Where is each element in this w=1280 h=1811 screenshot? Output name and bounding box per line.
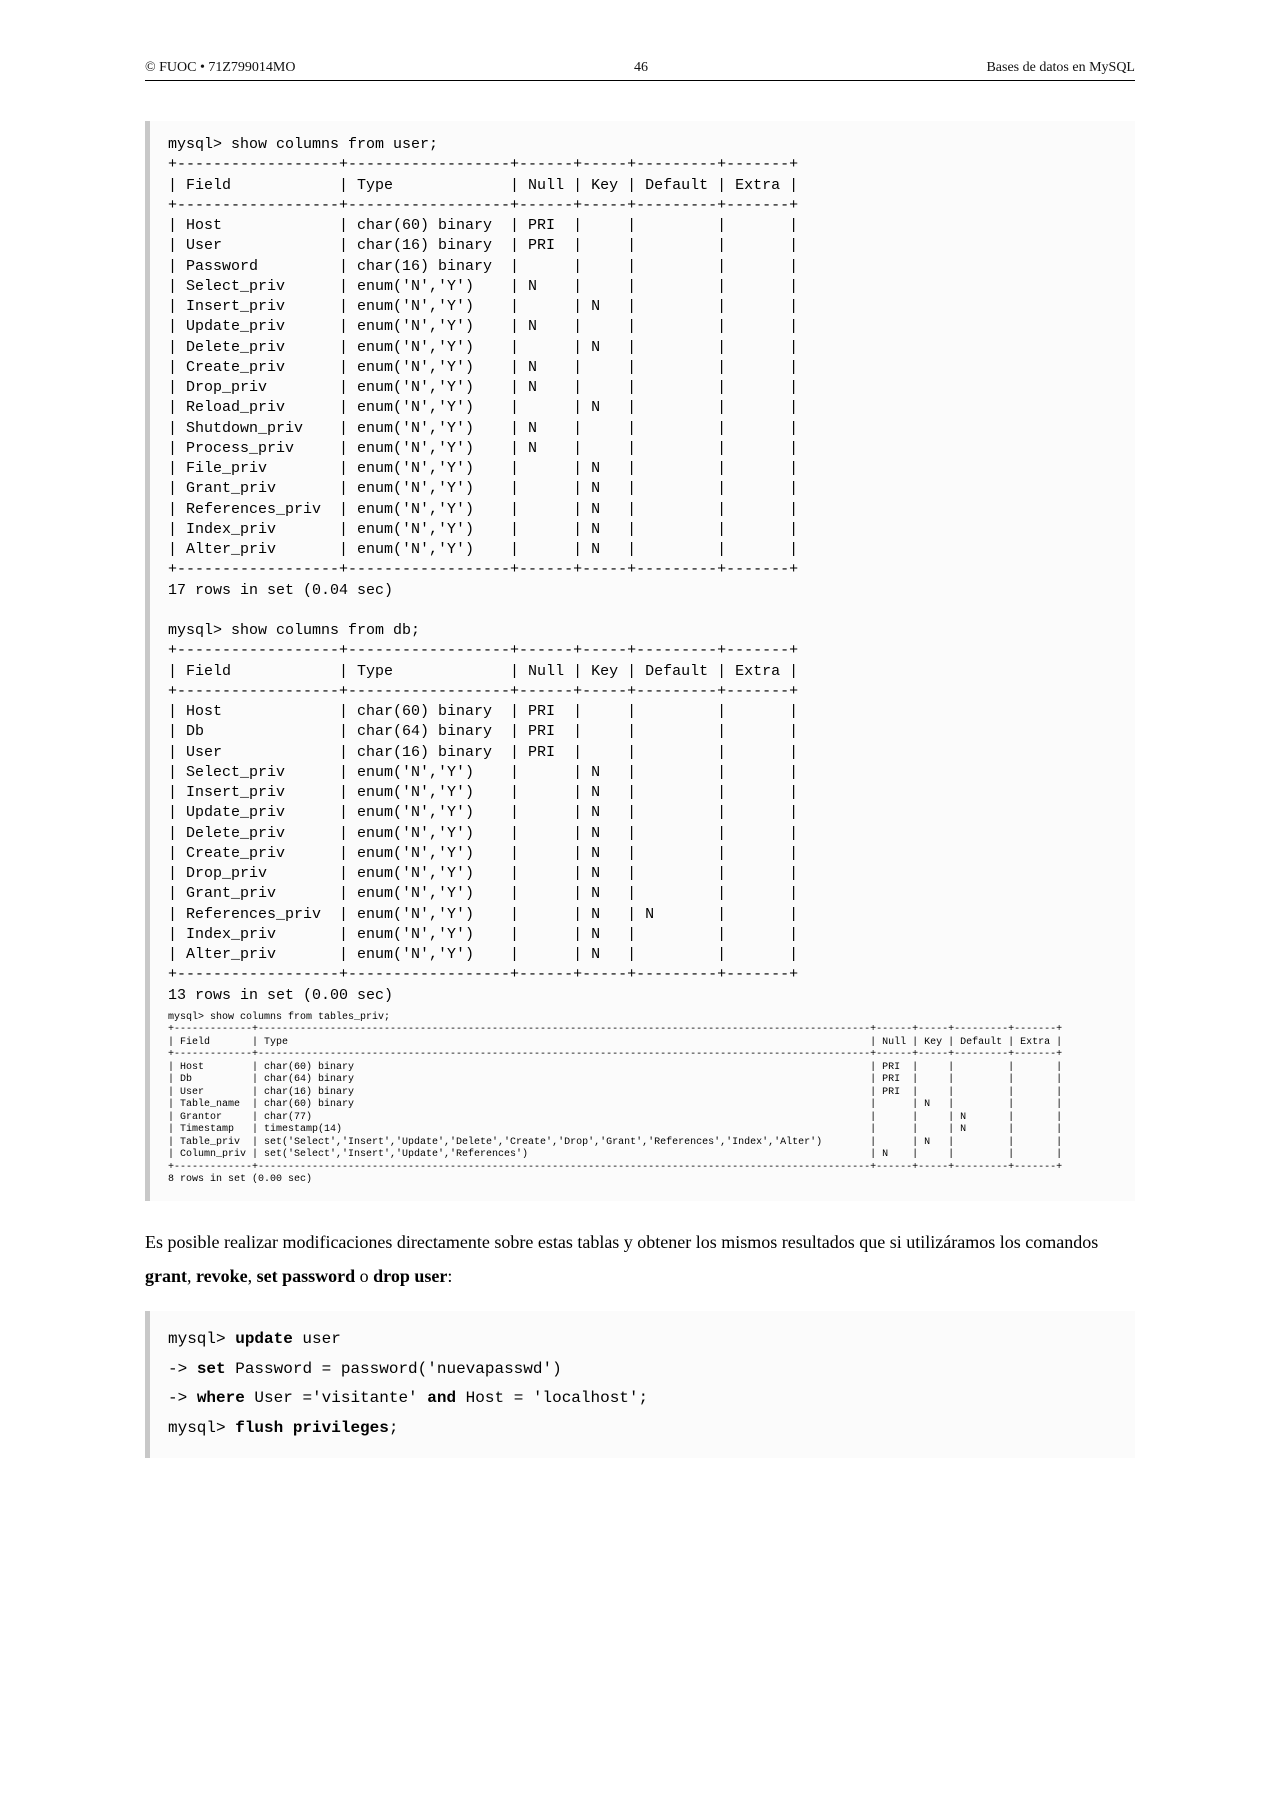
sql-line-1: mysql> update user xyxy=(168,1325,1117,1355)
code-block-update: mysql> update user -> set Password = pas… xyxy=(145,1311,1135,1457)
page-header: © FUOC • 71Z799014MO 46 Bases de datos e… xyxy=(145,60,1135,81)
kw-grant: grant xyxy=(145,1266,187,1286)
header-left: © FUOC • 71Z799014MO xyxy=(145,60,296,76)
text: Es posible realizar modificaciones direc… xyxy=(145,1232,1098,1252)
code-block-columns: mysql> show columns from user; +--------… xyxy=(145,121,1135,1201)
ascii-table-user-db: mysql> show columns from user; +--------… xyxy=(168,135,1117,1006)
sql-line-3: -> where User ='visitante' and Host = 'l… xyxy=(168,1384,1117,1414)
sql-line-4: mysql> flush privileges; xyxy=(168,1414,1117,1444)
header-right: Bases de datos en MySQL xyxy=(986,60,1135,76)
kw-revoke: revoke xyxy=(196,1266,248,1286)
body-paragraph: Es posible realizar modificaciones direc… xyxy=(145,1225,1135,1293)
header-center: 46 xyxy=(634,60,648,76)
ascii-table-tables-priv: mysql> show columns from tables_priv; +-… xyxy=(168,1012,1117,1187)
kw-drop-user: drop user xyxy=(373,1266,447,1286)
sql-line-2: -> set Password = password('nuevapasswd'… xyxy=(168,1355,1117,1385)
kw-set-password: set password xyxy=(257,1266,356,1286)
